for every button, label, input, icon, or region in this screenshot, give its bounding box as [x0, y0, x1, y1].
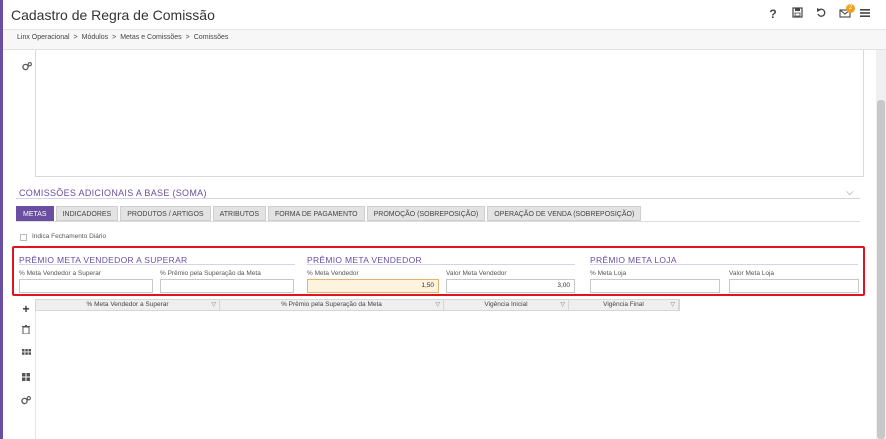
- app-header: Cadastro de Regra de Comissão ? 2: [3, 0, 886, 30]
- meta-loja-input[interactable]: [590, 279, 720, 293]
- settings-icon[interactable]: [17, 396, 35, 407]
- valor-meta-vendedor-label: Valor Meta Vendedor: [446, 270, 507, 277]
- trash-icon[interactable]: [17, 325, 35, 336]
- group-divider: [19, 264, 295, 265]
- add-icon[interactable]: +: [17, 302, 35, 316]
- undo-icon[interactable]: [813, 6, 829, 22]
- premio-superacao-input[interactable]: [160, 279, 294, 293]
- hamburger-icon[interactable]: [857, 6, 873, 22]
- tab-operacao-de-venda[interactable]: OPERAÇÃO DE VENDA (SOBREPOSIÇÃO): [487, 206, 642, 221]
- save-icon[interactable]: [789, 6, 805, 22]
- meta-loja-label: % Meta Loja: [590, 270, 627, 277]
- filter-icon[interactable]: ▽: [435, 300, 440, 310]
- meta-vendedor-input[interactable]: 1,50: [307, 279, 439, 293]
- grid-column-header[interactable]: Vigência Inicial ▽: [444, 300, 569, 310]
- breadcrumb-item[interactable]: Linx Operacional: [17, 34, 70, 41]
- scrollbar-thumb[interactable]: [877, 100, 885, 439]
- tab-promocao[interactable]: PROMOÇÃO (SOBREPOSIÇÃO): [366, 206, 486, 221]
- filter-icon[interactable]: ▽: [670, 300, 675, 310]
- meta-vendedor-superar-input[interactable]: [19, 279, 153, 293]
- breadcrumb-item[interactable]: Metas e Comissões: [120, 34, 181, 41]
- premio-superacao-label: % Prêmio pela Superação da Meta: [160, 270, 261, 277]
- grid-header: % Meta Vendedor a Superar ▽ % Prêmio pela…: [35, 299, 680, 311]
- grid-column-header[interactable]: Vigência Final ▽: [569, 300, 679, 310]
- left-accent-bar: [0, 0, 3, 439]
- question-icon[interactable]: ?: [765, 6, 781, 22]
- group-divider: [307, 264, 575, 265]
- columns-grid-icon[interactable]: [17, 349, 35, 359]
- tab-indicadores[interactable]: INDICADORES: [55, 206, 119, 221]
- page-title: Cadastro de Regra de Comissão: [11, 7, 215, 23]
- section-title: COMISSÕES ADICIONAIS A BASE (SOMA): [19, 188, 207, 198]
- tab-metas[interactable]: METAS: [16, 206, 54, 221]
- group-divider: [590, 264, 858, 265]
- filter-icon[interactable]: ▽: [211, 300, 216, 310]
- tab-divider: [16, 221, 860, 222]
- grid-column-header[interactable]: % Prêmio pela Superação da Meta ▽: [220, 300, 444, 310]
- fechamento-diario-label: Indica Fechamento Diário: [32, 233, 107, 240]
- tab-forma-de-pagamento[interactable]: FORMA DE PAGAMENTO: [268, 206, 365, 221]
- tab-atributos[interactable]: ATRIBUTOS: [212, 206, 267, 221]
- grid-column-header[interactable]: % Meta Vendedor a Superar ▽: [36, 300, 220, 310]
- breadcrumb: Linx Operacional > Módulos > Metas e Comissõ…: [17, 34, 229, 41]
- valor-meta-loja-input[interactable]: [729, 279, 859, 293]
- breadcrumb-item[interactable]: Módulos: [82, 34, 108, 41]
- settings-icon[interactable]: [18, 62, 36, 73]
- notification-badge: 2: [846, 4, 855, 13]
- breadcrumb-item[interactable]: Comissões: [194, 34, 229, 41]
- filter-icon[interactable]: ▽: [560, 300, 565, 310]
- section-divider: [16, 198, 860, 199]
- valor-meta-loja-label: Valor Meta Loja: [729, 270, 775, 277]
- breadcrumb-bar: Linx Operacional > Módulos > Metas e Comissõ…: [3, 30, 886, 50]
- valor-meta-vendedor-input[interactable]: 3,00: [446, 279, 575, 293]
- meta-vendedor-label: % Meta Vendedor: [307, 270, 359, 277]
- grid-body: [35, 311, 864, 439]
- chevron-down-icon[interactable]: ⌵: [846, 187, 854, 198]
- tab-produtos-artigos[interactable]: PRODUTOS / ARTIGOS: [120, 206, 211, 221]
- tab-bar: METAS INDICADORES PRODUTOS / ARTIGOS ATR…: [16, 206, 642, 221]
- meta-vendedor-superar-label: % Meta Vendedor a Superar: [19, 270, 102, 277]
- top-grid-panel: [35, 50, 864, 177]
- fechamento-diario-checkbox[interactable]: [20, 234, 27, 241]
- layout-grid-icon[interactable]: [17, 373, 35, 383]
